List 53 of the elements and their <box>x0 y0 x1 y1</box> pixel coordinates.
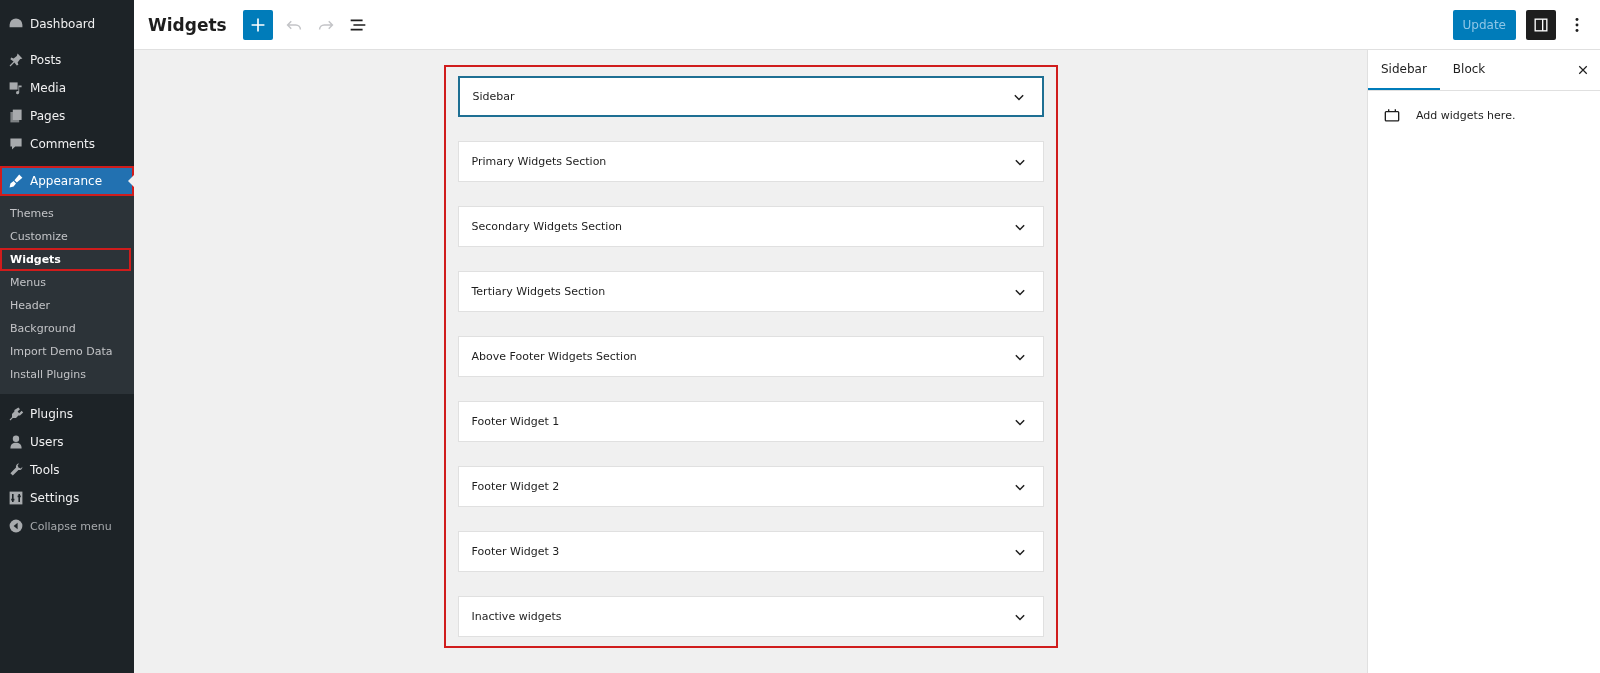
submenu-item[interactable]: Install Plugins <box>0 363 131 386</box>
submenu-item[interactable]: Customize <box>0 225 131 248</box>
widget-area-panel[interactable]: Footer Widget 2 <box>457 466 1044 507</box>
menu-item[interactable]: Tools <box>0 456 134 484</box>
submenu-item[interactable]: Import Demo Data <box>0 340 131 363</box>
settings-toggle-button[interactable] <box>1526 9 1556 40</box>
menu-item[interactable]: Settings <box>0 484 134 512</box>
widget-area-title: Footer Widget 1 <box>471 415 561 428</box>
add-block-button[interactable] <box>242 9 273 40</box>
panel-message: Add widgets here. <box>1416 108 1516 122</box>
widget-area-panel[interactable]: Tertiary Widgets Section <box>457 271 1044 312</box>
menu-item[interactable]: Users <box>0 428 134 456</box>
pin-icon <box>8 52 24 68</box>
widget-area-title: Footer Widget 2 <box>471 480 561 493</box>
paintbrush-icon <box>8 173 24 189</box>
submenu-item[interactable]: Menus <box>0 271 131 294</box>
widget-area-panel[interactable]: Inactive widgets <box>457 596 1044 637</box>
speech-bubble-icon <box>8 136 24 152</box>
menu-item[interactable]: Pages <box>0 102 134 130</box>
plug-icon <box>8 406 24 422</box>
widget-area-panel[interactable]: Above Footer Widgets Section <box>457 336 1044 377</box>
pages-icon <box>8 108 24 124</box>
collapse-menu-button[interactable]: Collapse menu <box>0 512 134 540</box>
widget-area-title: Tertiary Widgets Section <box>471 285 607 298</box>
panel-tab[interactable]: Block <box>1439 50 1499 90</box>
collapse-icon <box>8 518 24 534</box>
media-icon <box>8 80 24 96</box>
widget-area-panel[interactable]: Secondary Widgets Section <box>457 206 1044 247</box>
widget-area-panel[interactable]: Primary Widgets Section <box>457 141 1044 182</box>
widget-area-title: Primary Widgets Section <box>471 155 608 168</box>
menu-item[interactable]: Plugins <box>0 400 134 428</box>
widget-area-panel[interactable]: Sidebar <box>457 76 1044 117</box>
menu-item[interactable]: Media <box>0 74 134 102</box>
submenu-item[interactable]: Themes <box>0 202 131 225</box>
user-icon <box>8 434 24 450</box>
submenu-item[interactable]: Widgets <box>0 248 131 271</box>
submenu-item[interactable]: Background <box>0 317 131 340</box>
submenu-item[interactable]: Header <box>0 294 131 317</box>
widget-area-panel[interactable]: Footer Widget 3 <box>457 531 1044 572</box>
wrench-icon <box>8 462 24 478</box>
widget-area-panel[interactable]: Footer Widget 1 <box>457 401 1044 442</box>
menu-item[interactable]: Comments <box>0 130 134 158</box>
widget-area-title: Inactive widgets <box>471 610 563 623</box>
panel-tab[interactable]: Sidebar <box>1368 50 1440 90</box>
menu-item[interactable]: Appearance <box>0 166 134 196</box>
sliders-icon <box>8 490 24 506</box>
widget-area-title: Footer Widget 3 <box>471 545 561 558</box>
widget-area-title: Secondary Widgets Section <box>471 220 624 233</box>
menu-item[interactable]: Posts <box>0 46 134 74</box>
widget-area-title: Above Footer Widgets Section <box>471 350 638 363</box>
widget-area-title: Sidebar <box>472 90 516 103</box>
page-title: Widgets <box>148 14 227 35</box>
menu-item[interactable]: Dashboard <box>0 10 134 38</box>
